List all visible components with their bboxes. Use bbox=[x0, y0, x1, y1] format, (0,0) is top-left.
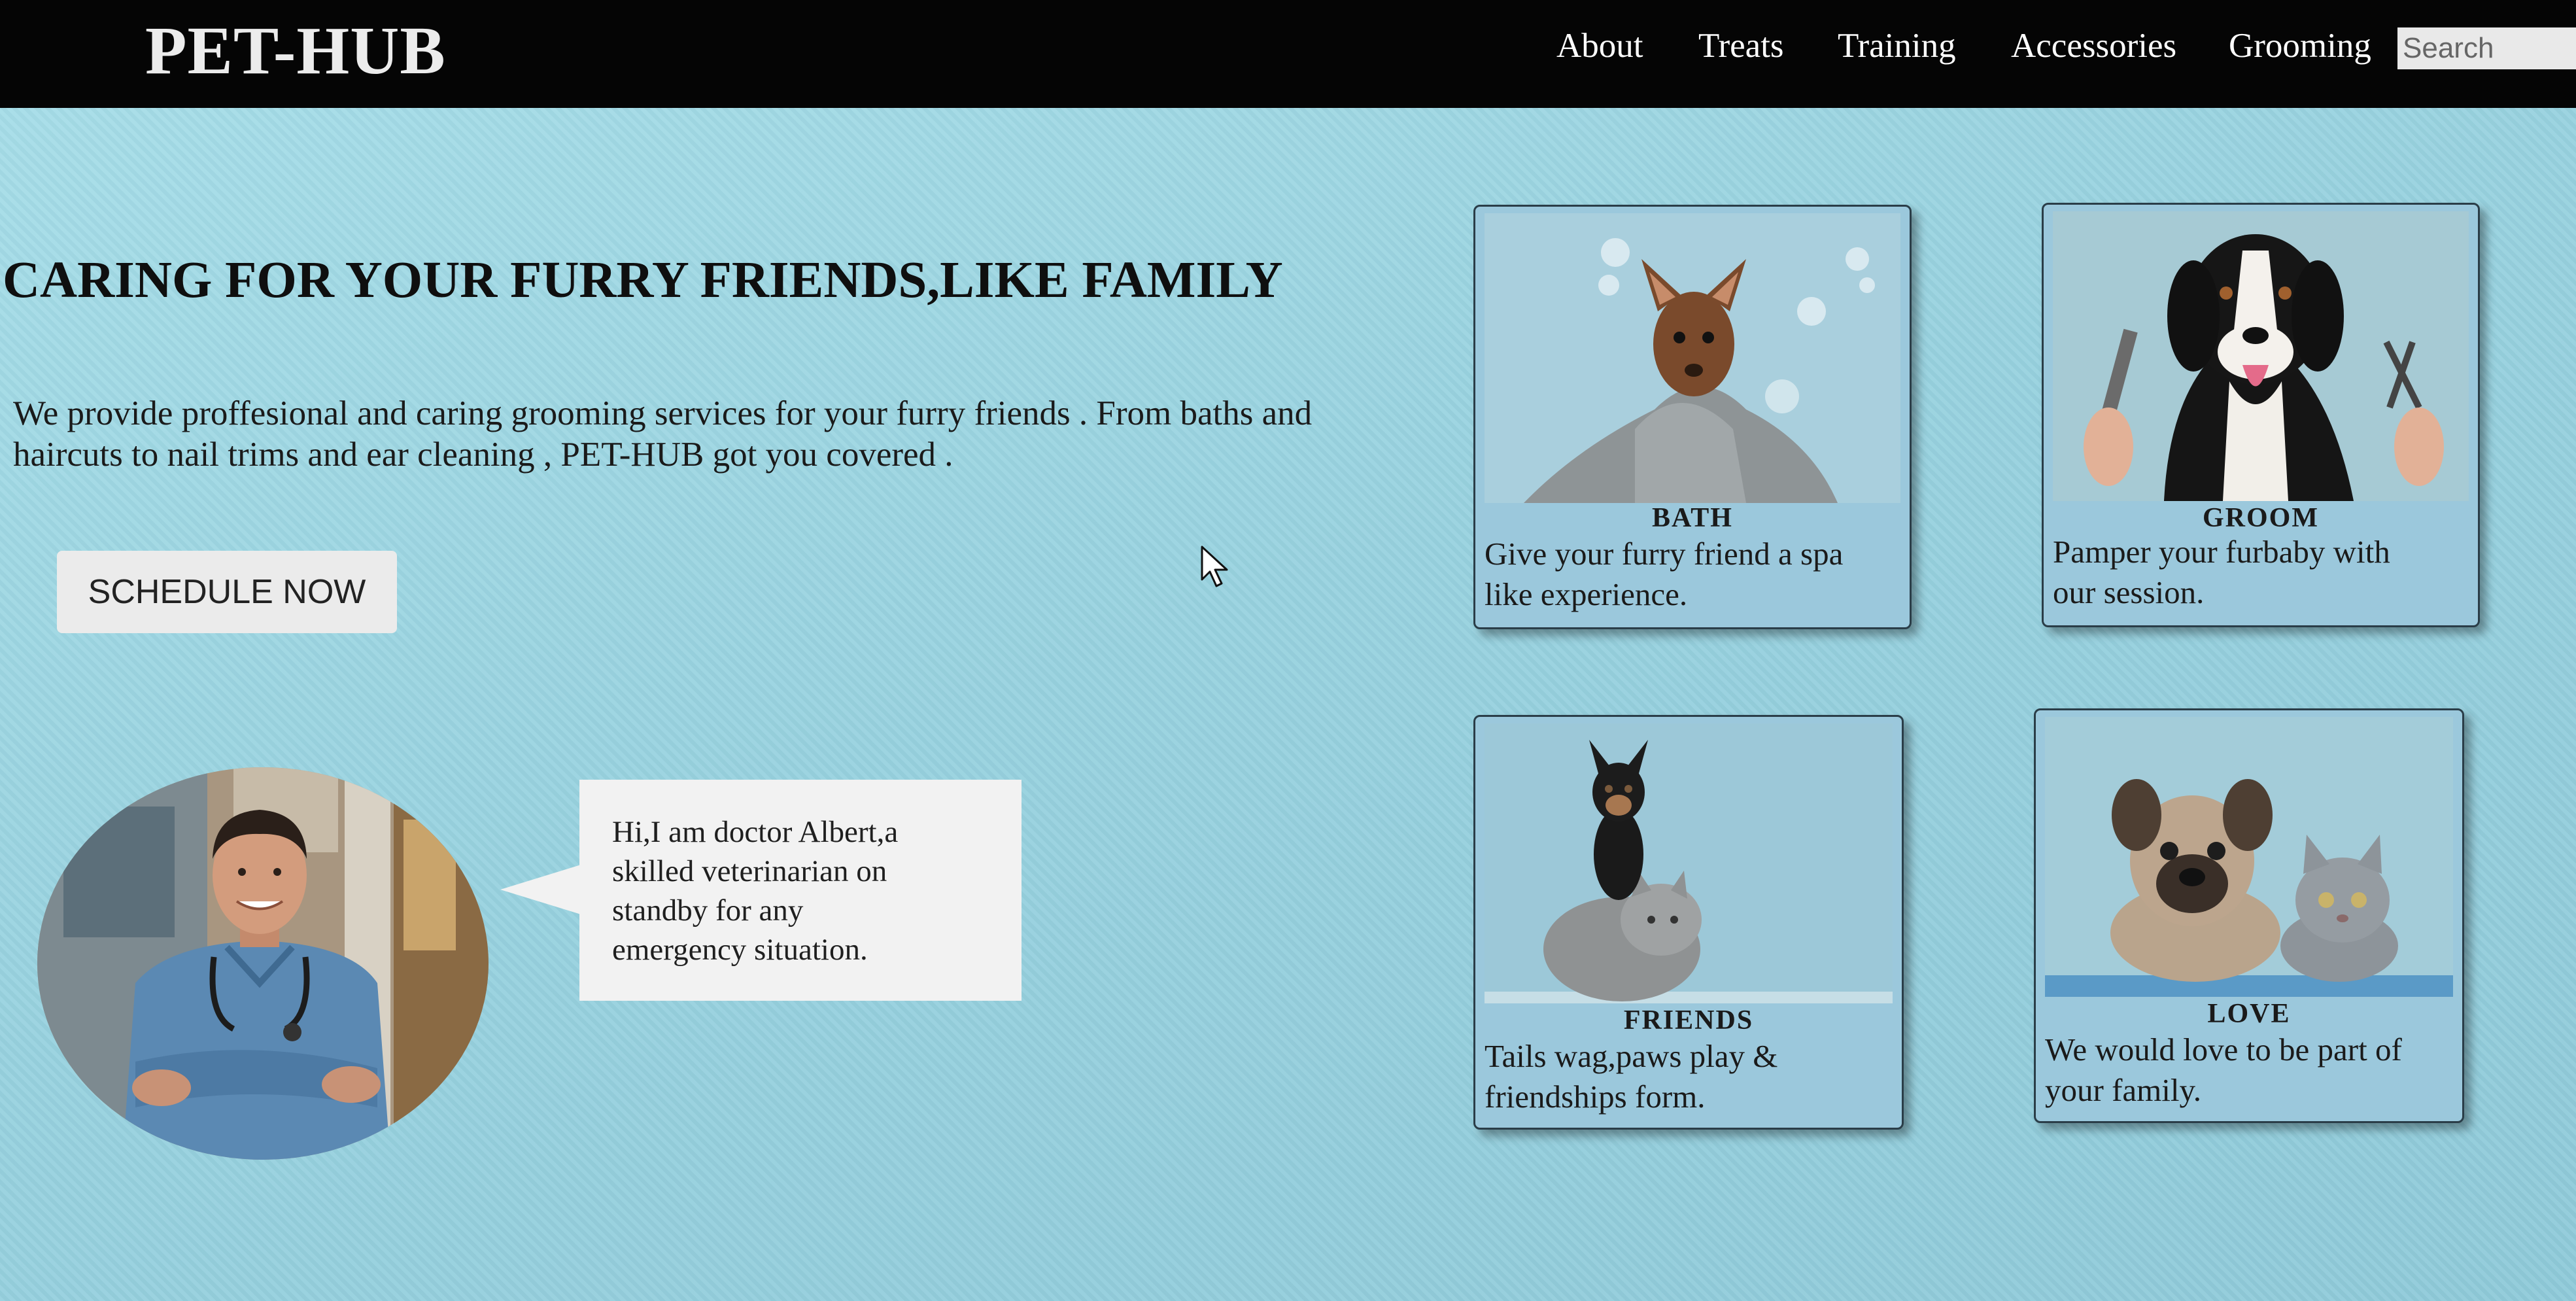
vet-line-3: standby for any bbox=[612, 893, 804, 928]
doctor-portrait bbox=[37, 767, 489, 1160]
card-title-love: LOVE bbox=[2207, 999, 2291, 1029]
intro-line-2: haircuts to nail trims and ear cleaning … bbox=[13, 436, 953, 474]
nav-link-accessories[interactable]: Accessories bbox=[2011, 26, 2176, 65]
intro-line-1: We provide proffesional and caring groom… bbox=[13, 394, 1313, 432]
hero-headline: CARING FOR YOUR FURRY FRIENDS,LIKE FAMIL… bbox=[3, 252, 1283, 309]
top-navbar: PET-HUB About Treats Training Accessorie… bbox=[0, 0, 2576, 108]
dog-on-cat-photo bbox=[1485, 723, 1893, 1003]
site-logo[interactable]: PET-HUB bbox=[145, 12, 446, 90]
card-desc-friends: Tails wag,paws play & friendships form. bbox=[1485, 1038, 1778, 1115]
chihuahua-in-towel-photo bbox=[1485, 213, 1900, 503]
service-card-love[interactable]: LOVE We would love to be part of your fam… bbox=[2034, 708, 2464, 1123]
card-desc-groom: Pamper your furbaby with our session. bbox=[2053, 534, 2390, 610]
card-desc-love: We would love to be part of your family. bbox=[2045, 1032, 2402, 1108]
vet-line-4: emergency situation. bbox=[612, 933, 868, 967]
nav-link-treats[interactable]: Treats bbox=[1698, 26, 1784, 65]
card-desc-bath: Give your furry friend a spa like experie… bbox=[1485, 536, 1844, 612]
mouse-cursor-icon bbox=[1201, 546, 1228, 587]
puppy-and-kitten-photo bbox=[2045, 717, 2453, 997]
card-title-groom: GROOM bbox=[2203, 503, 2319, 533]
card-title-friends: FRIENDS bbox=[1623, 1005, 1754, 1035]
nav-link-training[interactable]: Training bbox=[1838, 26, 1956, 65]
nav-link-about[interactable]: About bbox=[1556, 26, 1643, 65]
speech-bubble-tail bbox=[500, 863, 585, 916]
service-card-friends[interactable]: FRIENDS Tails wag,paws play & friendships… bbox=[1473, 715, 1904, 1130]
hero-intro: We provide proffesional and caring groom… bbox=[13, 393, 1400, 476]
dog-with-comb-and-scissors-photo bbox=[2053, 211, 2469, 501]
service-card-groom[interactable]: GROOM Pamper your furbaby with our sessio… bbox=[2042, 203, 2480, 627]
card-title-bath: BATH bbox=[1652, 503, 1733, 533]
search-input[interactable] bbox=[2397, 27, 2576, 69]
vet-line-2: skilled veterinarian on bbox=[612, 854, 887, 888]
schedule-now-button[interactable]: SCHEDULE NOW bbox=[57, 551, 397, 633]
service-card-bath[interactable]: BATH Give your furry friend a spa like ex… bbox=[1473, 205, 1912, 629]
nav-link-grooming[interactable]: Grooming bbox=[2229, 26, 2371, 65]
vet-speech-bubble: Hi,I am doctor Albert,a skilled veterina… bbox=[579, 780, 1022, 1001]
vet-line-1: Hi,I am doctor Albert,a bbox=[612, 815, 899, 849]
